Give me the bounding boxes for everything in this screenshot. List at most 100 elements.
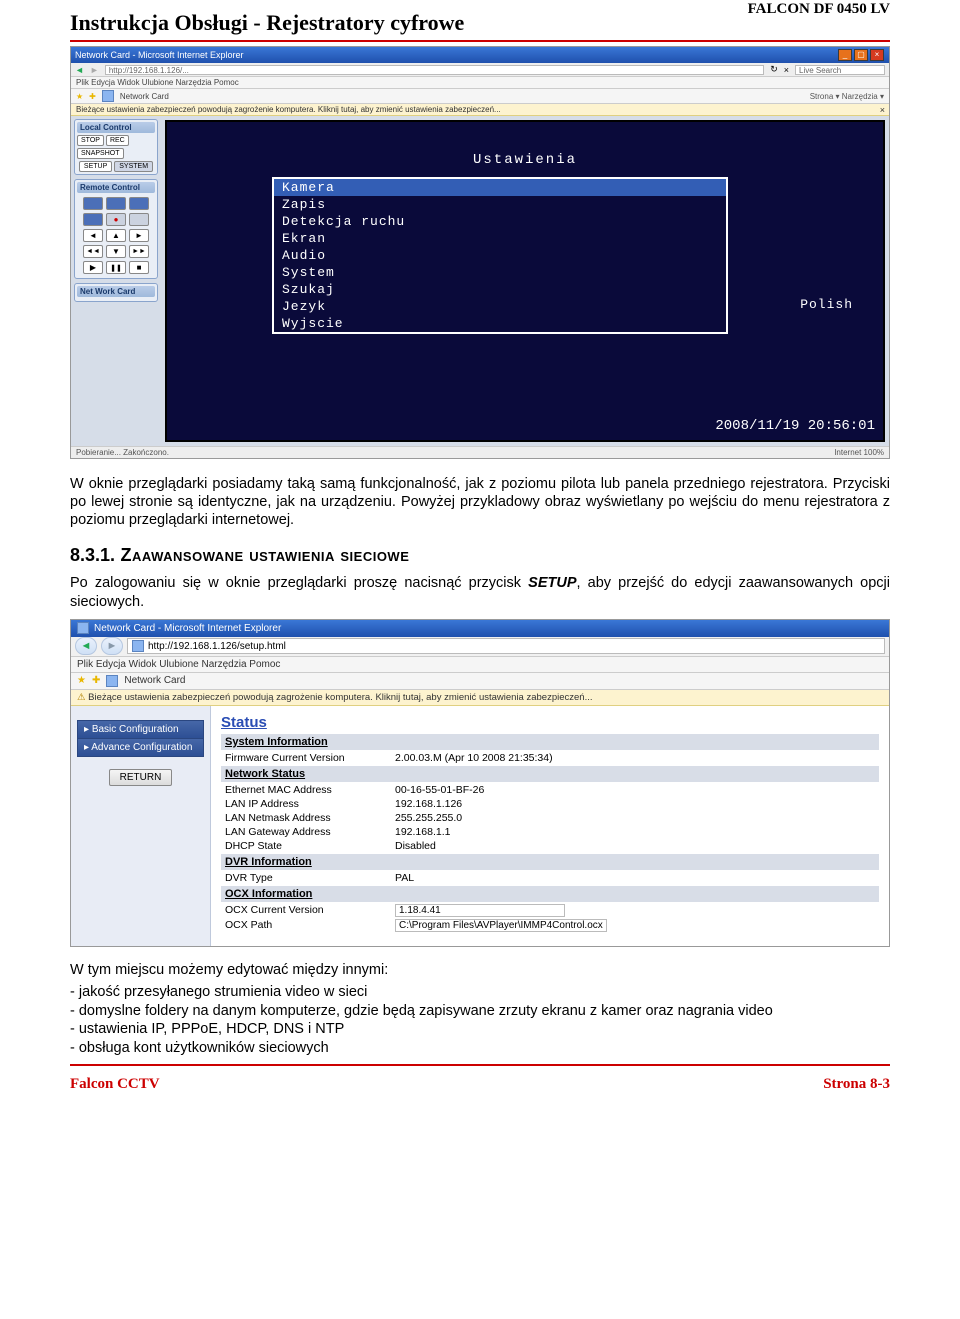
sidebar-item-basic-config[interactable]: ▸ Basic Configuration — [77, 720, 204, 739]
search-icon[interactable]: × — [784, 65, 789, 75]
status-row: Ethernet MAC Address00-16-55-01-BF-26 — [221, 783, 879, 797]
dvr-menu-item[interactable]: Ekran — [274, 230, 726, 247]
search-box[interactable]: Live Search — [795, 65, 885, 75]
status-heading: Status — [221, 714, 879, 731]
tab-bar-2: ★ ✚ Network Card — [71, 673, 889, 690]
close-icon[interactable]: × — [870, 49, 884, 61]
forward-icon-2[interactable]: ► — [101, 637, 123, 655]
menu-bar-2[interactable]: Plik Edycja Widok Ulubione Narzędzia Pom… — [71, 657, 889, 673]
status-key: Ethernet MAC Address — [225, 784, 395, 796]
local-control-title: Local Control — [77, 122, 155, 133]
remote-prev-icon[interactable] — [83, 245, 103, 258]
maximize-icon[interactable]: ▢ — [854, 49, 868, 61]
favorites-icon[interactable]: ★ — [76, 92, 83, 101]
dvr-menu-item[interactable]: Audio — [274, 247, 726, 264]
paragraph-1: W oknie przeglądarki posiadamy taką samą… — [70, 475, 890, 529]
stop-button[interactable]: STOP — [77, 135, 104, 146]
forward-icon[interactable]: ► — [90, 65, 99, 75]
remote-right-icon[interactable] — [129, 229, 149, 242]
window-controls[interactable]: _▢× — [837, 48, 885, 62]
dvr-menu-item[interactable]: Kamera — [274, 179, 726, 196]
remote-left-icon[interactable] — [83, 229, 103, 242]
dvr-menu-item[interactable]: Wyjscie — [274, 315, 726, 332]
status-zone: Internet 100% — [834, 448, 884, 457]
add-favorite-icon[interactable]: ✚ — [89, 92, 96, 101]
setup-button[interactable]: SETUP — [79, 161, 112, 172]
list-item: - obsługa kont użytkowników sieciowych — [70, 1039, 890, 1058]
security-warning-bar-2[interactable]: ⚠ Bieżące ustawienia zabezpieczeń powodu… — [71, 690, 889, 706]
system-button[interactable]: SYSTEM — [114, 161, 153, 172]
remote-rec-icon[interactable] — [106, 213, 126, 226]
remote-control-title: Remote Control — [77, 182, 155, 193]
group-network-status: Network Status — [221, 766, 879, 782]
remote-down-icon[interactable] — [106, 245, 126, 258]
local-control-panel: Local Control STOP REC SNAPSHOT SETUP SY… — [74, 119, 158, 175]
remote-btn-4[interactable] — [83, 213, 103, 226]
rec-button[interactable]: REC — [106, 135, 129, 146]
warning-text: Bieżące ustawienia zabezpieczeń powodują… — [76, 105, 501, 114]
back-icon-2[interactable]: ◄ — [75, 637, 97, 655]
warning-text-2: Bieżące ustawienia zabezpieczeń powodują… — [88, 692, 592, 703]
window-title-2: Network Card - Microsoft Internet Explor… — [94, 623, 281, 634]
address-bar[interactable]: http://192.168.1.126/... — [105, 65, 764, 75]
back-icon[interactable]: ◄ — [75, 65, 84, 75]
snapshot-button[interactable]: SNAPSHOT — [77, 148, 124, 159]
dvr-menu-list: KameraZapisDetekcja ruchuEkranAudioSyste… — [272, 177, 728, 334]
dvr-menu-item[interactable]: Szukaj — [274, 281, 726, 298]
sidebar-item-advance-config[interactable]: ▸ Advance Configuration — [77, 739, 204, 757]
status-value-box: 1.18.4.41 — [395, 904, 565, 917]
menu-bar[interactable]: Plik Edycja Widok Ulubione Narzędzia Pom… — [71, 77, 889, 89]
dvr-timestamp: 2008/11/19 20:56:01 — [715, 418, 875, 434]
window-titlebar: Network Card - Microsoft Internet Explor… — [71, 47, 889, 63]
remote-pause-icon[interactable] — [106, 261, 126, 274]
section-title: Zaawansowane ustawienia sieciowe — [115, 545, 409, 565]
warning-close-icon[interactable]: × — [880, 105, 885, 115]
page-icon — [102, 90, 114, 102]
tab-icon-2 — [106, 675, 118, 687]
dvr-language-value: Polish — [800, 297, 853, 312]
status-value: 192.168.1.126 — [395, 798, 875, 810]
status-value: Disabled — [395, 840, 875, 852]
tab-title-2[interactable]: Network Card — [124, 675, 185, 686]
dvr-menu-item[interactable]: Jezyk — [274, 298, 726, 315]
security-warning-bar[interactable]: Bieżące ustawienia zabezpieczeń powodują… — [71, 104, 889, 116]
status-row: OCX PathC:\Program Files\AVPlayer\IMMP4C… — [221, 918, 879, 933]
remote-next-icon[interactable] — [129, 245, 149, 258]
status-row: LAN Gateway Address192.168.1.1 — [221, 825, 879, 839]
return-button[interactable]: RETURN — [109, 769, 173, 786]
address-bar-2[interactable]: http://192.168.1.126/setup.html — [127, 638, 885, 654]
status-value-box: C:\Program Files\AVPlayer\IMMP4Control.o… — [395, 919, 607, 932]
remote-stop-icon[interactable] — [129, 261, 149, 274]
dvr-menu-item[interactable]: System — [274, 264, 726, 281]
section-heading: 8.3.1. Zaawansowane ustawienia sieciowe — [70, 545, 890, 566]
remote-up-icon[interactable] — [106, 229, 126, 242]
group-ocx-information: OCX Information — [221, 886, 879, 902]
list-item: - ustawienia IP, PPPoE, HDCP, DNS i NTP — [70, 1020, 890, 1039]
tab-tools[interactable]: Strona ▾ Narzędzia ▾ — [810, 92, 884, 101]
status-key: DVR Type — [225, 872, 395, 884]
status-key: OCX Current Version — [225, 904, 395, 917]
window-title: Network Card - Microsoft Internet Explor… — [75, 50, 244, 60]
add-favorite-icon-2[interactable]: ✚ — [92, 675, 100, 686]
minimize-icon[interactable]: _ — [838, 49, 852, 61]
manual-title: Instrukcja Obsługi - Rejestratory cyfrow… — [70, 10, 464, 35]
remote-btn-2[interactable] — [106, 197, 126, 210]
status-key: LAN IP Address — [225, 798, 395, 810]
status-key: LAN Gateway Address — [225, 826, 395, 838]
tab-bar: ★ ✚ Network Card Strona ▾ Narzędzia ▾ — [71, 89, 889, 104]
tab-title[interactable]: Network Card — [120, 92, 169, 101]
remote-btn-1[interactable] — [83, 197, 103, 210]
remote-btn-6[interactable] — [129, 213, 149, 226]
setup-keyword: SETUP — [528, 575, 576, 591]
status-row: Firmware Current Version2.00.03.M (Apr 1… — [221, 751, 879, 765]
dvr-menu-item[interactable]: Zapis — [274, 196, 726, 213]
model-id: FALCON DF 0450 LV — [748, 1, 890, 18]
refresh-icon[interactable]: ↻ — [770, 64, 778, 75]
remote-play-icon[interactable] — [83, 261, 103, 274]
feature-list: - jakość przesyłanego strumienia video w… — [70, 983, 890, 1058]
favorites-icon-2[interactable]: ★ — [77, 675, 86, 686]
dvr-menu-item[interactable]: Detekcja ruchu — [274, 213, 726, 230]
status-key: LAN Netmask Address — [225, 812, 395, 824]
paragraph-3-intro: W tym miejscu możemy edytować między inn… — [70, 961, 890, 979]
remote-btn-3[interactable] — [129, 197, 149, 210]
